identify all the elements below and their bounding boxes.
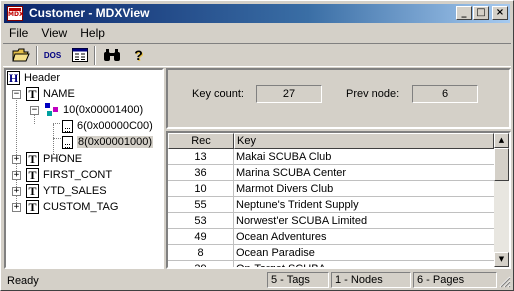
resize-grip-icon[interactable] — [499, 276, 511, 288]
app-icon[interactable]: MDX — [7, 6, 24, 21]
key-count-value: 27 — [256, 85, 322, 103]
status-bar: Ready 5 - Tags 1 - Nodes 6 - Pages — [3, 271, 511, 289]
tree-label: NAME — [43, 88, 75, 101]
tag-icon: T — [26, 152, 39, 167]
tree-item-name[interactable]: T NAME — [26, 86, 75, 102]
expand-ytd-sales-icon[interactable]: + — [12, 187, 21, 196]
tag-icon: T — [26, 184, 39, 199]
app-icon-text: MDX — [8, 11, 24, 18]
tree-item-first-cont[interactable]: T FIRST_CONT — [26, 167, 112, 183]
tree-item-custom-tag[interactable]: T CUSTOM_TAG — [26, 199, 118, 215]
key-list[interactable]: Rec Key 13 Makai SCUBA Club 36 Marina SC… — [166, 131, 511, 269]
binoculars-icon — [103, 49, 120, 62]
table-row[interactable]: 55 Neptune's Trident Supply — [168, 197, 494, 213]
prev-node-label: Prev node: — [346, 88, 400, 100]
toolbar-separator — [36, 46, 38, 65]
main-window: MDX Customer - MDXView _ □ × File View H… — [0, 0, 514, 291]
menu-view[interactable]: View — [36, 24, 72, 42]
grid-view-icon — [71, 48, 88, 63]
status-pages: 6 - Pages — [413, 272, 497, 288]
toolbar-separator — [94, 46, 96, 65]
menu-help[interactable]: Help — [75, 24, 110, 42]
rec-cell: 39 — [168, 261, 234, 267]
table-row[interactable]: 10 Marmot Divers Club — [168, 181, 494, 197]
table-row[interactable]: 49 Ocean Adventures — [168, 229, 494, 245]
help-button[interactable]: ? — [127, 45, 150, 66]
status-ready: Ready — [7, 275, 39, 287]
expand-first-cont-icon[interactable]: + — [12, 171, 21, 180]
tree-label: 8(0x00001000) — [77, 136, 154, 149]
rec-cell: 13 — [168, 149, 234, 165]
maximize-button[interactable]: □ — [473, 6, 489, 20]
expand-phone-icon[interactable]: + — [12, 155, 21, 164]
key-cell: Makai SCUBA Club — [234, 149, 494, 165]
tag-icon: T — [26, 200, 39, 215]
tree-item-phone[interactable]: T PHONE — [26, 151, 82, 167]
tree-label: CUSTOM_TAG — [43, 201, 119, 214]
scroll-down-icon[interactable]: ▼ — [494, 252, 509, 267]
tree-item-node-child[interactable]: 6(0x00000C00) — [62, 118, 153, 134]
scroll-up-icon[interactable]: ▲ — [494, 133, 509, 148]
key-cell: Ocean Paradise — [234, 245, 494, 261]
title-bar[interactable]: MDX Customer - MDXView _ □ × — [4, 4, 510, 23]
table-row[interactable]: 13 Makai SCUBA Club — [168, 149, 494, 165]
key-cell: On-Target SCUBA — [234, 261, 494, 267]
header-icon: H — [7, 71, 20, 86]
tree-label: FIRST_CONT — [43, 169, 113, 182]
column-header-rec[interactable]: Rec — [168, 133, 234, 149]
rec-cell: 49 — [168, 229, 234, 245]
toolbar: DOS ? — [3, 43, 511, 67]
tag-tree[interactable]: H Header − T NAME − 10(0x00001400) 6(0x000… — [4, 68, 164, 269]
tree-label: YTD_SALES — [43, 185, 107, 198]
tree-label: 6(0x00000C00) — [77, 120, 153, 133]
menu-bar: File View Help — [4, 24, 110, 42]
key-cell: Neptune's Trident Supply — [234, 197, 494, 213]
status-tags: 5 - Tags — [267, 272, 329, 288]
collapse-node-icon[interactable]: − — [30, 106, 39, 115]
expand-custom-tag-icon[interactable]: + — [12, 203, 21, 212]
tag-icon: T — [26, 87, 39, 102]
scroll-thumb[interactable] — [494, 148, 509, 181]
table-row[interactable]: 39 On-Target SCUBA — [168, 261, 494, 267]
tree-item-header[interactable]: H Header — [7, 70, 60, 86]
node-info-panel: Key count: 27 Prev node: 6 — [166, 68, 511, 129]
prev-node-value: 6 — [412, 85, 478, 103]
key-cell: Ocean Adventures — [234, 229, 494, 245]
tree-label: 10(0x00001400) — [63, 104, 144, 117]
close-button[interactable]: × — [492, 6, 508, 20]
window-title: Customer - MDXView — [29, 6, 150, 20]
status-nodes: 1 - Nodes — [331, 272, 411, 288]
rec-cell: 8 — [168, 245, 234, 261]
leaf-page-icon — [62, 119, 73, 133]
table-row[interactable]: 53 Norwest'er SCUBA Limited — [168, 213, 494, 229]
node-icon — [45, 103, 59, 117]
leaf-page-icon — [62, 135, 73, 149]
key-cell: Marina SCUBA Center — [234, 165, 494, 181]
dos-button[interactable]: DOS — [41, 45, 64, 66]
grid-view-button[interactable] — [68, 45, 91, 66]
rec-cell: 55 — [168, 197, 234, 213]
folder-open-icon — [11, 48, 30, 62]
collapse-name-icon[interactable]: − — [12, 90, 21, 99]
tree-label: Header — [24, 72, 61, 85]
table-row[interactable]: 8 Ocean Paradise — [168, 245, 494, 261]
key-cell: Norwest'er SCUBA Limited — [234, 213, 494, 229]
table-row[interactable]: 36 Marina SCUBA Center — [168, 165, 494, 181]
open-button[interactable] — [9, 45, 32, 66]
rec-cell: 53 — [168, 213, 234, 229]
key-count-label: Key count: — [192, 88, 244, 100]
minimize-button[interactable]: _ — [456, 6, 472, 20]
rec-cell: 10 — [168, 181, 234, 197]
tree-item-ytd-sales[interactable]: T YTD_SALES — [26, 183, 107, 199]
tag-icon: T — [26, 168, 39, 183]
key-cell: Marmot Divers Club — [234, 181, 494, 197]
vertical-scrollbar[interactable]: ▲ ▼ — [494, 133, 509, 267]
rec-cell: 36 — [168, 165, 234, 181]
tree-label: PHONE — [43, 153, 83, 166]
tree-item-node-selected[interactable]: 8(0x00001000) — [62, 134, 154, 150]
column-header-key[interactable]: Key — [234, 133, 494, 149]
menu-file[interactable]: File — [4, 24, 33, 42]
find-button[interactable] — [100, 45, 123, 66]
tree-item-node-root[interactable]: 10(0x00001400) — [45, 102, 143, 118]
